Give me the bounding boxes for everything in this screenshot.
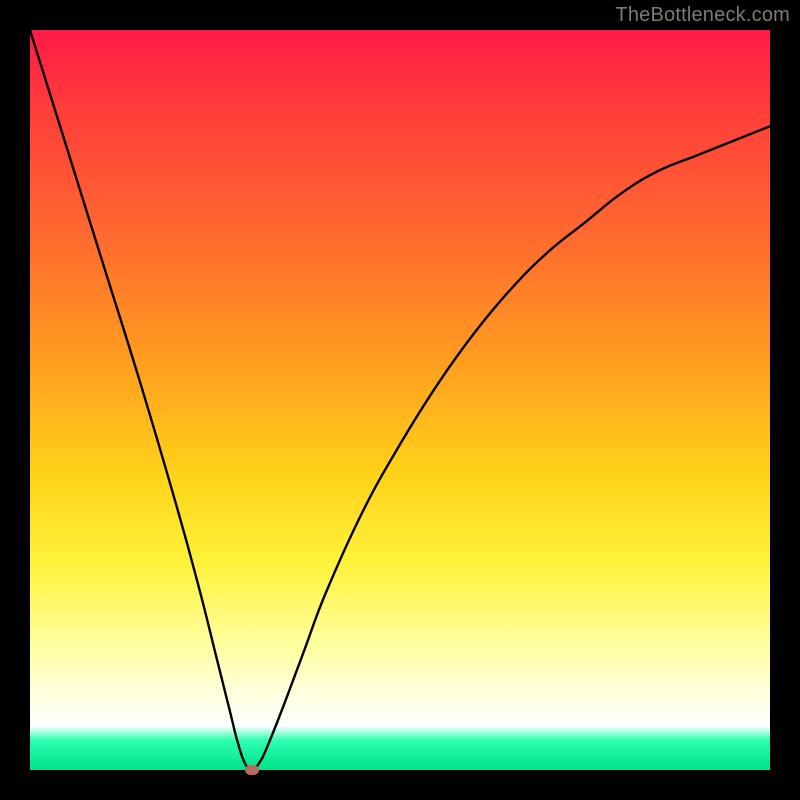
bottleneck-curve — [30, 30, 770, 770]
watermark-text: TheBottleneck.com — [615, 4, 790, 27]
plot-area — [30, 30, 770, 770]
optimum-marker — [245, 765, 259, 775]
chart-frame: TheBottleneck.com — [0, 0, 800, 800]
